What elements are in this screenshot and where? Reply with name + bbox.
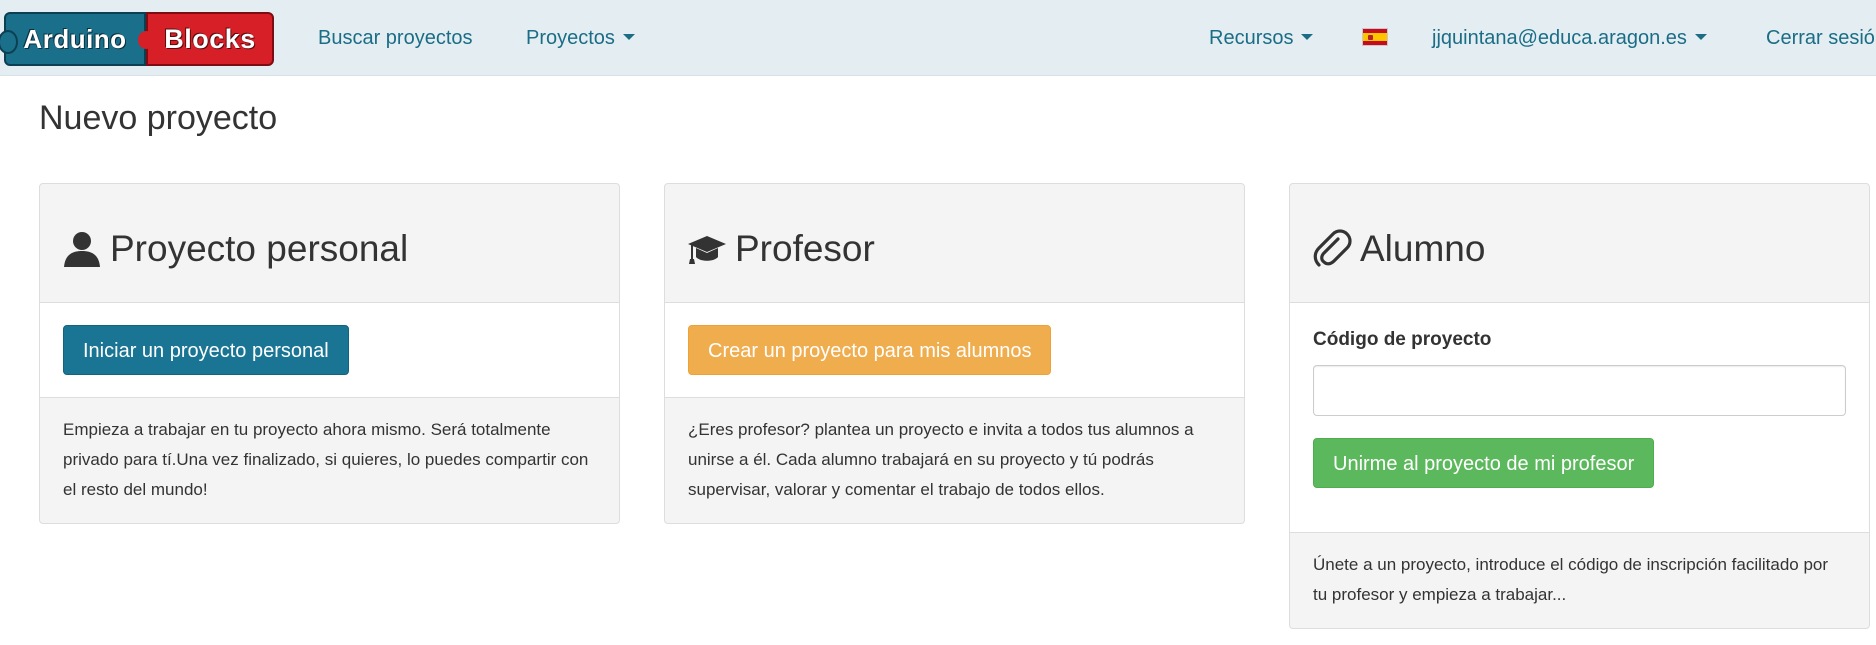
user-icon [64, 232, 100, 267]
navbar: Arduino Blocks Buscar proyectos Proyecto… [0, 0, 1876, 76]
panel-profesor: Profesor Crear un proyecto para mis alum… [664, 183, 1245, 524]
logo-arduino-part: Arduino [0, 12, 146, 66]
caret-down-icon [622, 33, 635, 40]
nav-buscar-proyectos[interactable]: Buscar proyectos [318, 26, 473, 50]
nav-cerrar-sesion[interactable]: Cerrar sesión [1766, 26, 1876, 50]
nav-recursos-dropdown[interactable]: Recursos [1209, 26, 1314, 50]
nav-cerrar-label: Cerrar sesión [1766, 27, 1876, 49]
spain-flag-icon[interactable] [1362, 28, 1388, 46]
panel-title: Profesor [735, 228, 875, 269]
join-teacher-project-button[interactable]: Unirme al proyecto de mi profesor [1313, 438, 1655, 488]
panel-heading: Alumno [1290, 184, 1869, 303]
page-title: Nuevo proyecto [39, 99, 278, 137]
arduinoblocks-logo[interactable]: Arduino Blocks [0, 12, 274, 66]
start-personal-project-button[interactable]: Iniciar un proyecto personal [63, 325, 349, 375]
panel-title: Alumno [1360, 228, 1486, 269]
nav-user-label: jjquintana@educa.aragon.es [1432, 27, 1687, 49]
nav-proyectos-dropdown[interactable]: Proyectos [526, 26, 635, 50]
caret-down-icon [1301, 33, 1314, 40]
panel-description: ¿Eres profesor? plantea un proyecto e in… [688, 420, 1194, 499]
logo-blocks-part: Blocks [138, 12, 274, 66]
project-code-label: Código de proyecto [1313, 329, 1492, 350]
panel-body: Crear un proyecto para mis alumnos [665, 303, 1244, 398]
panel-body: Código de proyecto Unirme al proyecto de… [1290, 303, 1869, 533]
nav-recursos-label: Recursos [1209, 27, 1294, 49]
project-code-input[interactable] [1313, 365, 1846, 416]
caret-down-icon [1694, 33, 1707, 40]
panel-heading: Profesor [665, 184, 1244, 303]
paperclip-icon [1313, 229, 1352, 267]
panel-proyecto-personal: Proyecto personal Iniciar un proyecto pe… [39, 183, 620, 524]
nav-proyectos-label: Proyectos [526, 27, 615, 49]
nav-user-dropdown[interactable]: jjquintana@educa.aragon.es [1432, 26, 1707, 50]
nav-buscar-label: Buscar proyectos [318, 27, 473, 49]
panel-title: Proyecto personal [110, 228, 409, 269]
create-class-project-button[interactable]: Crear un proyecto para mis alumnos [688, 325, 1052, 375]
graduation-cap-icon [688, 236, 726, 264]
panel-body: Iniciar un proyecto personal [40, 303, 619, 398]
panel-heading: Proyecto personal [40, 184, 619, 303]
panel-description: Únete a un proyecto, introduce el código… [1313, 555, 1829, 604]
panel-description: Empieza a trabajar en tu proyecto ahora … [63, 420, 589, 499]
panel-alumno: Alumno Código de proyecto Unirme al proy… [1289, 183, 1870, 629]
